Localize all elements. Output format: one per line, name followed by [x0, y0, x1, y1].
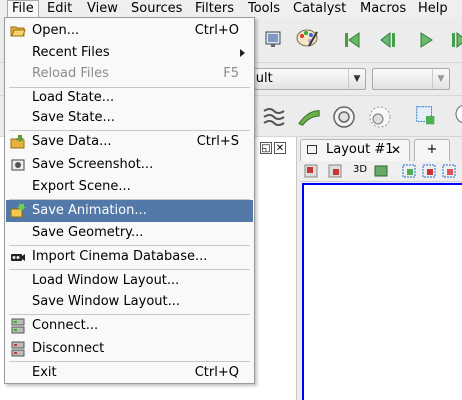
menu-item-load-window-layout[interactable]: Load Window Layout... [6, 270, 253, 292]
menu-item-recent-files[interactable]: Recent Files [6, 42, 253, 64]
submenu-arrow-icon [240, 49, 245, 57]
view-toolbar: 3D [300, 161, 462, 182]
clip-sphere-icon[interactable] [368, 105, 392, 129]
palette-icon[interactable] [295, 26, 319, 50]
menu-item-save-window-layout[interactable]: Save Window Layout... [6, 291, 253, 313]
menu-view[interactable]: View [83, 0, 122, 18]
menu-filters[interactable]: Filters [191, 0, 238, 18]
first-frame-icon[interactable] [340, 28, 364, 52]
slice-icon[interactable] [297, 105, 321, 129]
close-tab-icon[interactable]: ✕ [391, 140, 401, 160]
folder-open-icon [10, 26, 26, 37]
menu-item-save-state[interactable]: Save State... [6, 107, 253, 129]
menu-item-save-geometry[interactable]: Save Geometry... [6, 222, 253, 244]
screenshot-icon [11, 159, 25, 171]
add-tab-button[interactable]: + [414, 139, 450, 161]
file-menu: Open... Ctrl+O Recent Files Reload Files… [4, 17, 255, 384]
menu-item-label: Load State... [32, 90, 115, 105]
menu-item-label: Import Cinema Database... [32, 249, 208, 264]
menu-item-label: Exit [32, 365, 57, 380]
render-view[interactable] [302, 183, 462, 400]
window-icon [307, 145, 317, 154]
tab-layout-1[interactable]: Layout #1 ✕ [300, 139, 410, 161]
menu-item-save-screenshot[interactable]: Save Screenshot... [6, 154, 253, 176]
menu-item-save-animation[interactable]: Save Animation... [6, 200, 253, 222]
select-points-surface-icon[interactable] [422, 164, 436, 178]
select-frustum-icon[interactable] [442, 164, 456, 178]
chevron-down-icon: ▼ [348, 69, 365, 89]
menu-macros[interactable]: Macros [356, 0, 410, 18]
menu-item-label: Connect... [32, 318, 99, 333]
menu-item-disconnect[interactable]: Disconnect [6, 338, 253, 360]
menubar: File Edit View Sources Filters Tools Cat… [0, 0, 462, 18]
menu-item-label: Export Scene... [32, 179, 131, 194]
menu-item-label: Recent Files [32, 45, 110, 60]
play-icon[interactable] [414, 28, 438, 52]
glyph-icon[interactable] [332, 105, 356, 129]
menu-item-shortcut: Ctrl+Q [194, 365, 239, 380]
menu-item-save-data[interactable]: Save Data... Ctrl+S [6, 131, 253, 153]
contour-icon[interactable] [262, 105, 286, 129]
menu-help[interactable]: Help [414, 0, 452, 18]
menu-item-label: Save Data... [32, 134, 112, 149]
connect-icon [11, 318, 25, 334]
menu-tools[interactable]: Tools [244, 0, 284, 18]
add-tab-label: + [426, 142, 438, 157]
split-vertical-icon[interactable] [328, 164, 342, 178]
menu-item-label: Load Window Layout... [32, 273, 180, 288]
menu-item-label: Save State... [32, 110, 115, 125]
menu-item-exit[interactable]: Exit Ctrl+Q [6, 362, 253, 384]
dock-title-buttons: ◱ ✕ [258, 140, 286, 154]
camera-icon[interactable] [374, 164, 388, 178]
menu-item-shortcut: Ctrl+O [194, 23, 239, 38]
menu-item-import-cinema[interactable]: Import Cinema Database... [6, 246, 253, 268]
menu-item-reload-files: Reload Files F5 [6, 63, 253, 85]
cinema-icon [11, 254, 25, 261]
menu-item-label: Reload Files [32, 66, 109, 81]
select-points-icon[interactable] [262, 27, 286, 51]
menu-item-label: Save Window Layout... [32, 294, 181, 309]
split-horizontal-icon[interactable] [304, 164, 318, 178]
menu-item-export-scene[interactable]: Export Scene... [6, 176, 253, 198]
menu-file[interactable]: File [7, 0, 39, 18]
tab-layout-1-label: Layout #1 [326, 142, 394, 157]
save-animation-icon [10, 204, 26, 218]
menu-item-label: Save Animation... [32, 203, 147, 218]
menu-item-label: Open... [32, 23, 80, 38]
chevron-down-icon: ▼ [432, 69, 449, 89]
previous-frame-icon[interactable] [378, 28, 402, 52]
menu-item-label: Save Geometry... [32, 225, 144, 240]
select-surface-icon[interactable] [402, 164, 416, 178]
disconnect-icon [11, 341, 25, 357]
coloring-combo[interactable]: ▼ [372, 68, 450, 90]
float-icon[interactable]: ◱ [260, 142, 272, 154]
menu-item-connect[interactable]: Connect... [6, 315, 253, 337]
menu-item-shortcut: Ctrl+S [196, 134, 239, 149]
select-cells-icon[interactable] [414, 104, 438, 128]
representation-combo[interactable]: esult ▼ [236, 68, 366, 90]
toggle-3d-button[interactable]: 3D [353, 164, 367, 175]
menu-item-label: Save Screenshot... [32, 157, 154, 172]
menu-item-label: Disconnect [32, 341, 105, 356]
menu-sources[interactable]: Sources [127, 0, 186, 18]
menu-item-load-state[interactable]: Load State... [6, 87, 253, 109]
next-frame-icon[interactable] [446, 28, 462, 52]
clock-icon[interactable] [448, 104, 462, 128]
menu-catalyst[interactable]: Catalyst [289, 0, 350, 18]
menu-item-open[interactable]: Open... Ctrl+O [6, 20, 253, 42]
menu-edit[interactable]: Edit [43, 0, 76, 18]
close-icon[interactable]: ✕ [274, 142, 286, 154]
save-data-icon [10, 135, 25, 149]
menu-item-shortcut: F5 [223, 66, 239, 81]
